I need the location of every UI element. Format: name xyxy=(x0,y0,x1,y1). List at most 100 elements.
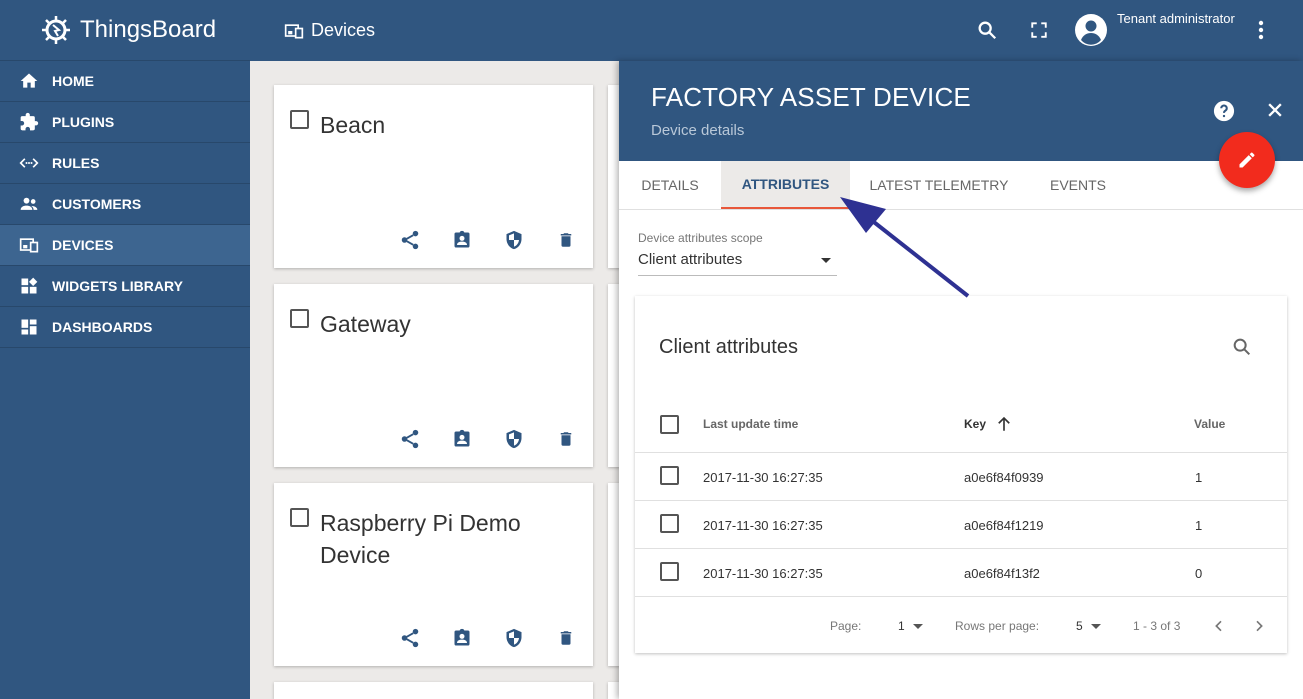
row-checkbox[interactable] xyxy=(660,562,679,581)
sidebar-item-label: DASHBOARDS xyxy=(52,319,153,335)
avatar[interactable] xyxy=(1075,14,1107,46)
row-divider xyxy=(635,548,1287,549)
fullscreen-icon[interactable] xyxy=(1026,17,1052,43)
column-header-key[interactable]: Key xyxy=(964,417,986,431)
chevron-right-icon[interactable] xyxy=(1251,617,1267,640)
device-actions xyxy=(384,427,592,451)
cell-time: 2017-11-30 16:27:35 xyxy=(703,470,823,485)
sidebar-item-customers[interactable]: CUSTOMERS xyxy=(0,184,250,225)
sidebar: ThingsBoard HOME PLUGINS RULES CUSTOMERS… xyxy=(0,0,250,699)
device-card[interactable]: Gateway xyxy=(274,284,593,467)
share-icon[interactable] xyxy=(384,228,436,252)
sidebar-item-label: HOME xyxy=(52,73,94,89)
select-all-checkbox[interactable] xyxy=(660,415,679,434)
scope-select[interactable]: Client attributes xyxy=(638,251,837,276)
column-header-last-update-time[interactable]: Last update time xyxy=(703,417,798,431)
attributes-table-card: Client attributes Last update time Key V… xyxy=(635,296,1287,653)
app-logo[interactable]: ThingsBoard xyxy=(0,0,250,61)
sidebar-item-label: DEVICES xyxy=(52,237,114,253)
delete-icon[interactable] xyxy=(540,228,592,252)
column-header-value[interactable]: Value xyxy=(1194,417,1225,431)
devices-icon xyxy=(284,23,304,38)
sidebar-item-devices[interactable]: DEVICES xyxy=(0,225,250,266)
device-checkbox[interactable] xyxy=(290,508,309,527)
assign-customer-icon[interactable] xyxy=(436,626,488,650)
device-details-panel: FACTORY ASSET DEVICE Device details DETA… xyxy=(619,61,1303,699)
sidebar-item-home[interactable]: HOME xyxy=(0,61,250,102)
sort-ascending-icon[interactable] xyxy=(995,414,1013,439)
attributes-table-title: Client attributes xyxy=(659,336,798,358)
sidebar-item-label: CUSTOMERS xyxy=(52,196,142,212)
cell-key: a0e6f84f13f2 xyxy=(964,566,1040,581)
share-icon[interactable] xyxy=(384,626,436,650)
cell-value: 1 xyxy=(1195,470,1203,485)
details-subtitle: Device details xyxy=(651,122,745,139)
page-title: Devices xyxy=(283,20,375,41)
device-name: Beacn xyxy=(320,112,386,138)
device-name: Raspberry Pi Demo Device xyxy=(320,510,521,568)
widgets-icon xyxy=(18,275,40,297)
puzzle-icon xyxy=(18,111,40,133)
page-title-text: Devices xyxy=(311,20,376,40)
sidebar-item-label: WIDGETS LIBRARY xyxy=(52,278,183,294)
home-icon xyxy=(18,70,40,92)
devices-icon xyxy=(18,234,40,256)
page-select[interactable]: 1 xyxy=(898,619,905,633)
share-icon[interactable] xyxy=(384,427,436,451)
app-name: ThingsBoard xyxy=(80,16,217,43)
device-name: Gateway xyxy=(320,311,411,337)
device-checkbox[interactable] xyxy=(290,110,309,129)
chevron-left-icon[interactable] xyxy=(1211,617,1227,640)
rows-per-page-select[interactable]: 5 xyxy=(1076,619,1083,633)
logo-icon xyxy=(42,16,70,44)
device-card[interactable]: Beacn xyxy=(274,85,593,268)
device-actions xyxy=(384,626,592,650)
credentials-shield-icon[interactable] xyxy=(488,427,540,451)
dashboard-icon xyxy=(18,316,40,338)
more-vert-icon[interactable] xyxy=(1248,17,1274,43)
search-icon[interactable] xyxy=(974,17,1000,43)
cell-time: 2017-11-30 16:27:35 xyxy=(703,566,823,581)
row-checkbox[interactable] xyxy=(660,466,679,485)
row-checkbox[interactable] xyxy=(660,514,679,533)
scope-value: Client attributes xyxy=(638,251,743,268)
device-card-partial[interactable] xyxy=(274,682,593,699)
top-bar: Devices Tenant administrator xyxy=(250,0,1303,61)
cell-value: 1 xyxy=(1195,518,1203,533)
device-actions xyxy=(384,228,592,252)
page-dropdown-icon[interactable] xyxy=(913,624,923,629)
tab-details[interactable]: DETAILS xyxy=(619,161,721,209)
assign-customer-icon[interactable] xyxy=(436,427,488,451)
sidebar-item-widgets-library[interactable]: WIDGETS LIBRARY xyxy=(0,266,250,307)
page-label: Page: xyxy=(830,619,862,633)
cell-key: a0e6f84f1219 xyxy=(964,518,1044,533)
cell-key: a0e6f84f0939 xyxy=(964,470,1044,485)
cell-time: 2017-11-30 16:27:35 xyxy=(703,518,823,533)
row-divider xyxy=(635,596,1287,597)
rows-per-page-dropdown-icon[interactable] xyxy=(1091,624,1101,629)
user-name[interactable]: Tenant administrator xyxy=(1117,11,1235,26)
assign-customer-icon[interactable] xyxy=(436,228,488,252)
rows-per-page-label: Rows per page: xyxy=(955,619,1040,633)
delete-icon[interactable] xyxy=(540,626,592,650)
pagination-range: 1 - 3 of 3 xyxy=(1133,619,1181,633)
cell-value: 0 xyxy=(1195,566,1203,581)
sidebar-item-plugins[interactable]: PLUGINS xyxy=(0,102,250,143)
close-icon[interactable] xyxy=(1265,100,1287,122)
sidebar-item-label: RULES xyxy=(52,155,100,171)
annotation-arrow xyxy=(840,197,970,298)
tab-events[interactable]: EVENTS xyxy=(1028,161,1128,209)
sidebar-item-rules[interactable]: RULES xyxy=(0,143,250,184)
credentials-shield-icon[interactable] xyxy=(488,228,540,252)
help-icon[interactable] xyxy=(1213,100,1235,122)
device-card[interactable]: Raspberry Pi Demo Device xyxy=(274,483,593,666)
details-title: FACTORY ASSET DEVICE xyxy=(651,82,971,112)
scope-label: Device attributes scope xyxy=(638,231,763,245)
search-icon[interactable] xyxy=(1231,336,1253,358)
sidebar-item-dashboards[interactable]: DASHBOARDS xyxy=(0,307,250,348)
credentials-shield-icon[interactable] xyxy=(488,626,540,650)
code-arrows-icon xyxy=(18,152,40,174)
device-checkbox[interactable] xyxy=(290,309,309,328)
sidebar-item-label: PLUGINS xyxy=(52,114,115,130)
delete-icon[interactable] xyxy=(540,427,592,451)
